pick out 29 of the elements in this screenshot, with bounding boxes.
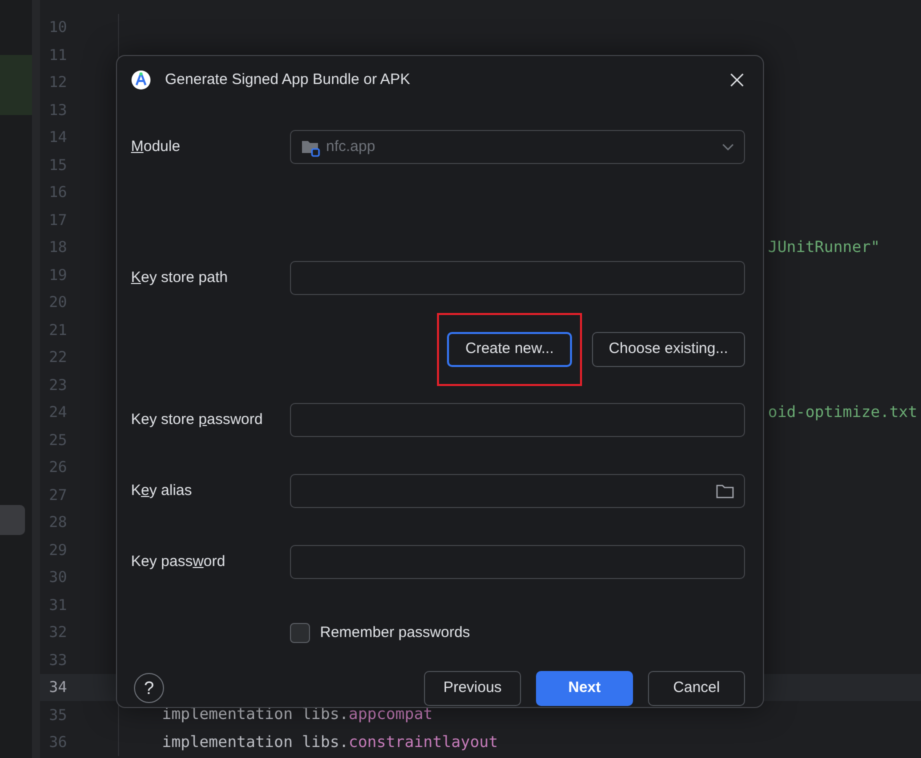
previous-button[interactable]: Previous [424,670,521,706]
line-number: 34 [49,677,68,698]
code-line: implementation libs.appcompat [162,705,433,724]
close-button[interactable] [729,72,745,88]
input-field[interactable] [290,474,745,508]
create-new-button[interactable]: Create new... [447,332,572,366]
choose-existing-button[interactable]: Choose existing... [592,332,745,366]
checkbox[interactable] [290,623,310,643]
field-label: Key store password [131,410,264,430]
input-field[interactable] [290,261,745,295]
field-label: Key store path [131,268,229,288]
help-button[interactable]: ? [134,673,164,703]
checkbox-label: Remember passwords [320,622,470,643]
next-button[interactable]: Next [536,670,633,706]
field-label: Key alias [131,480,193,501]
input-field[interactable] [290,545,745,579]
field-label: Module [131,136,182,157]
dialog-title: Generate Signed App Bundle or APK [165,70,410,90]
field-label: Key password [131,552,226,572]
cancel-button[interactable]: Cancel [648,670,745,706]
code-line: JUnitRunner" [768,238,880,256]
app-icon [131,70,151,90]
code-line: implementation libs.constraintlayout [162,732,498,751]
selected-row-highlight [0,505,25,535]
chevron-down-icon [722,143,734,151]
folder-icon[interactable] [716,484,734,498]
code-line: oid-optimize.txt [768,402,918,421]
dropdown-value: nfc.app [326,136,376,157]
input-field[interactable] [290,403,745,437]
